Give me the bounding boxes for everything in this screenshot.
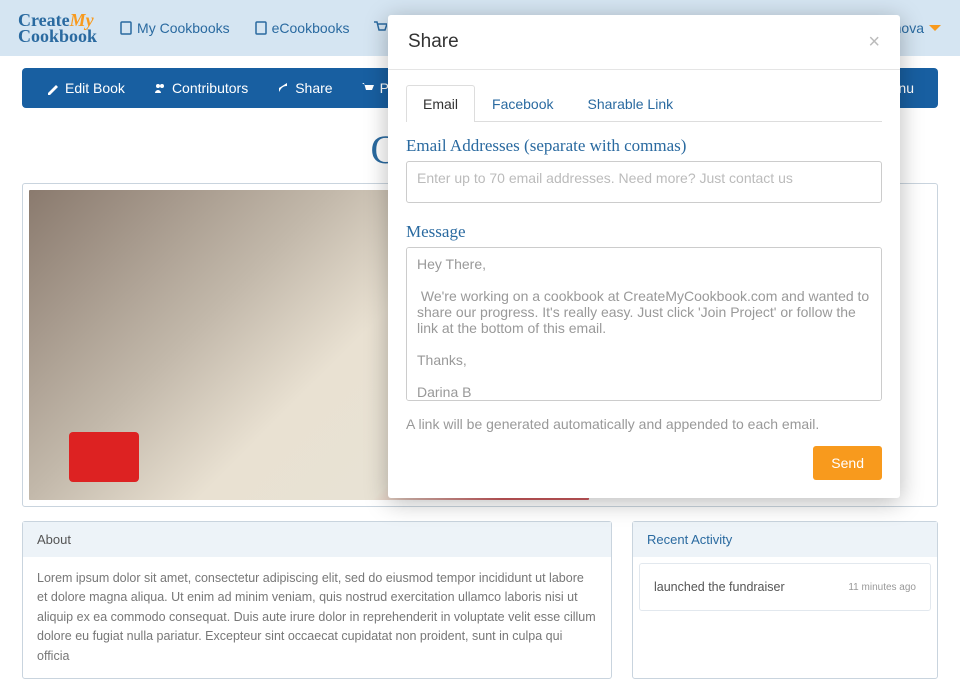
- link-hint: A link will be generated automatically a…: [406, 416, 882, 432]
- nav-ecookbooks[interactable]: eCookbooks: [254, 20, 350, 36]
- bar-label: Edit Book: [65, 80, 125, 96]
- share-tabs: Email Facebook Sharable Link: [406, 84, 882, 122]
- modal-title: Share: [408, 31, 459, 53]
- activity-text: launched the fundraiser: [654, 580, 785, 594]
- about-body: Lorem ipsum dolor sit amet, consectetur …: [23, 557, 611, 678]
- purchase-button[interactable]: P: [361, 80, 389, 96]
- cart-icon: [361, 81, 375, 95]
- logo[interactable]: CreateMy Cookbook: [18, 12, 97, 44]
- tablet-icon: [254, 21, 268, 35]
- activity-item: launched the fundraiser 11 minutes ago: [639, 563, 931, 611]
- bar-label: Share: [295, 80, 332, 96]
- activity-panel: Recent Activity launched the fundraiser …: [632, 521, 938, 679]
- bar-label: Contributors: [172, 80, 248, 96]
- send-button[interactable]: Send: [813, 446, 882, 480]
- book-icon: [119, 21, 133, 35]
- nav-label: My Cookbooks: [137, 20, 230, 36]
- edit-book-button[interactable]: Edit Book: [46, 80, 125, 96]
- contributors-button[interactable]: Contributors: [153, 80, 248, 96]
- about-panel: About Lorem ipsum dolor sit amet, consec…: [22, 521, 612, 679]
- share-modal: Share × Email Facebook Sharable Link Ema…: [388, 15, 900, 498]
- nav-my-cookbooks[interactable]: My Cookbooks: [119, 20, 230, 36]
- share-button[interactable]: Share: [276, 80, 332, 96]
- message-label: Message: [406, 222, 882, 242]
- tab-email[interactable]: Email: [406, 85, 475, 122]
- nav-label: eCookbooks: [272, 20, 350, 36]
- cart-icon: [373, 21, 387, 35]
- tab-facebook[interactable]: Facebook: [475, 85, 570, 122]
- chevron-down-icon: [928, 21, 942, 35]
- about-heading: About: [23, 522, 611, 557]
- activity-time: 11 minutes ago: [848, 582, 916, 593]
- pencil-icon: [46, 81, 60, 95]
- message-input[interactable]: [406, 247, 882, 401]
- emails-label: Email Addresses (separate with commas): [406, 136, 882, 156]
- activity-heading: Recent Activity: [633, 522, 937, 557]
- tab-sharable-link[interactable]: Sharable Link: [571, 85, 691, 122]
- modal-header: Share ×: [388, 15, 900, 70]
- users-icon: [153, 81, 167, 95]
- share-icon: [276, 81, 290, 95]
- emails-input[interactable]: [406, 161, 882, 203]
- logo-text-3: Cookbook: [18, 28, 97, 44]
- close-icon[interactable]: ×: [868, 32, 880, 52]
